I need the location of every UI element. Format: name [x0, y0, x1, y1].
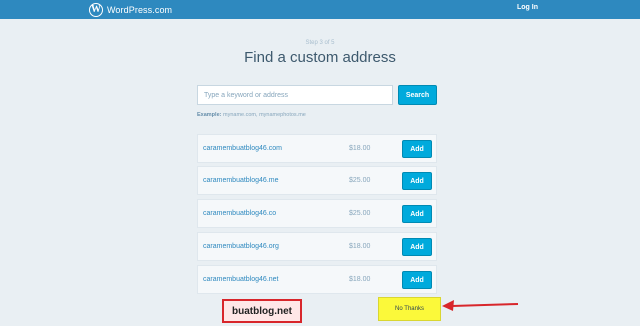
add-domain-button[interactable]: Add [402, 140, 432, 158]
top-bar: W WordPress.com Log In [0, 0, 640, 19]
example-label: Example: [197, 112, 222, 118]
domain-price: $18.00 [349, 276, 371, 283]
domain-price: $18.00 [349, 145, 371, 152]
login-link[interactable]: Log In [517, 4, 538, 11]
example-text: myname.com, mynamephotos.me [223, 112, 306, 118]
no-thanks-button[interactable]: No Thanks [378, 297, 441, 321]
brand-name: WordPress.com [107, 4, 173, 15]
step-indicator: Step 3 of 5 [305, 40, 335, 46]
domain-result-row: caramembuatblog46.org $18.00 Add [197, 232, 437, 261]
domain-name[interactable]: caramembuatblog46.co [203, 210, 276, 217]
domain-price: $18.00 [349, 243, 371, 250]
add-domain-button[interactable]: Add [402, 172, 432, 190]
add-domain-button[interactable]: Add [402, 238, 432, 256]
add-domain-button[interactable]: Add [402, 271, 432, 289]
domain-result-row: caramembuatblog46.net $18.00 Add [197, 265, 437, 294]
annotation-arrow-icon [442, 300, 519, 311]
wordpress-logo[interactable]: W WordPress.com [89, 2, 172, 17]
page-title: Find a custom address [244, 49, 396, 66]
domain-name[interactable]: caramembuatblog46.org [203, 243, 279, 250]
search-example: Example: myname.com, mynamephotos.me [197, 112, 306, 118]
domain-name[interactable]: caramembuatblog46.me [203, 177, 279, 184]
domain-name[interactable]: caramembuatblog46.com [203, 145, 282, 152]
wordpress-logo-icon: W [89, 2, 103, 17]
domain-result-row: caramembuatblog46.com $18.00 Add [197, 134, 437, 163]
domain-result-row: caramembuatblog46.me $25.00 Add [197, 166, 437, 195]
search-button[interactable]: Search [398, 85, 437, 105]
domain-price: $25.00 [349, 177, 371, 184]
domain-search-input[interactable]: Type a keyword or address [197, 85, 393, 105]
watermark-label: buatblog.net [222, 299, 302, 323]
domain-result-row: caramembuatblog46.co $25.00 Add [197, 199, 437, 228]
domain-name[interactable]: caramembuatblog46.net [203, 276, 279, 283]
domain-price: $25.00 [349, 210, 371, 217]
add-domain-button[interactable]: Add [402, 205, 432, 223]
